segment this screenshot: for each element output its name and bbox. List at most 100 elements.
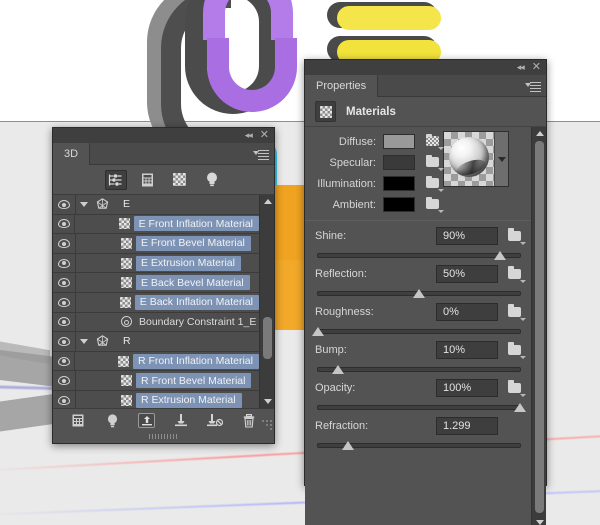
- properties-body: Diffuse: Specular: Illumination: Ambient: S…: [305, 127, 546, 525]
- lights-filter-icon[interactable]: [201, 170, 223, 190]
- slider-knob[interactable]: [312, 326, 324, 336]
- panel-resize-handle[interactable]: [148, 434, 179, 439]
- material-color-label: Specular:: [329, 156, 376, 169]
- visibility-toggle[interactable]: [53, 351, 76, 371]
- visibility-toggle[interactable]: [53, 195, 76, 214]
- visibility-toggle[interactable]: [53, 253, 76, 273]
- scroll-up-arrow[interactable]: [264, 199, 272, 204]
- slider-value-input[interactable]: 0%: [436, 303, 498, 321]
- color-swatch[interactable]: [383, 197, 415, 212]
- color-swatch[interactable]: [383, 176, 415, 191]
- texture-menu-icon[interactable]: [508, 266, 526, 283]
- scroll-down-arrow[interactable]: [536, 520, 544, 525]
- slider-knob[interactable]: [332, 364, 345, 374]
- slider-value-input[interactable]: 50%: [436, 265, 498, 283]
- slider-knob[interactable]: [342, 440, 355, 450]
- close-icon[interactable]: ✕: [532, 62, 541, 73]
- slider-knob[interactable]: [413, 288, 425, 298]
- visibility-toggle[interactable]: [53, 390, 76, 408]
- scene-list-row[interactable]: E Front Bevel Material: [53, 234, 259, 254]
- mesh-filter-icon[interactable]: [137, 170, 159, 190]
- delete-icon[interactable]: [241, 413, 257, 429]
- material-slider-block: Bump: 10%: [305, 339, 531, 377]
- material-preview[interactable]: [443, 131, 509, 187]
- slider-knob[interactable]: [514, 402, 526, 412]
- slider-label: Bump:: [315, 344, 347, 356]
- panel-3d-scene-list[interactable]: EE Front Inflation Material E Front Bevel…: [53, 195, 274, 408]
- scene-list-row[interactable]: R Extrusion Material: [53, 390, 259, 408]
- slider-track[interactable]: [317, 250, 521, 260]
- scene-list-row[interactable]: R Front Bevel Material: [53, 371, 259, 391]
- render-icon[interactable]: [138, 413, 155, 428]
- scene-list-row-label: E Front Bevel Material: [136, 235, 251, 251]
- texture-menu-icon[interactable]: [426, 154, 444, 171]
- texture-menu-icon[interactable]: [508, 228, 526, 245]
- scene-list-row[interactable]: E: [53, 195, 259, 215]
- slider-value-input[interactable]: 100%: [436, 379, 498, 397]
- close-icon[interactable]: ✕: [260, 130, 269, 141]
- mesh-icon: [94, 335, 111, 348]
- constraint-ring-icon: [118, 316, 135, 328]
- chevron-down-icon[interactable]: [80, 338, 88, 344]
- scene-list-row[interactable]: E Extrusion Material: [53, 253, 259, 274]
- visibility-toggle[interactable]: [53, 332, 76, 351]
- chevron-down-icon[interactable]: [80, 201, 88, 207]
- scroll-up-arrow[interactable]: [536, 131, 544, 136]
- scrollbar-thumb[interactable]: [535, 141, 544, 513]
- scene-list-row[interactable]: E Front Inflation Material: [53, 214, 259, 235]
- color-swatch[interactable]: [383, 134, 415, 149]
- tab-3d[interactable]: 3D: [53, 143, 91, 165]
- texture-menu-icon[interactable]: [508, 342, 526, 359]
- visibility-toggle[interactable]: [53, 292, 76, 312]
- slider-value-input[interactable]: 1.299: [436, 417, 498, 435]
- scene-list-row[interactable]: Boundary Constraint 1_E: [53, 312, 259, 333]
- scene-list-scrollbar[interactable]: [259, 195, 274, 408]
- visibility-toggle[interactable]: [53, 214, 76, 234]
- visibility-toggle[interactable]: [53, 234, 76, 253]
- visibility-toggle[interactable]: [53, 273, 76, 292]
- collapse-icon[interactable]: ◂◂: [245, 131, 253, 140]
- scene-list-row[interactable]: E Back Bevel Material: [53, 273, 259, 293]
- panel-3d-tabrow: 3D: [53, 143, 274, 165]
- material-checker-icon: [118, 375, 135, 387]
- texture-menu-icon[interactable]: [508, 380, 526, 397]
- slider-knob[interactable]: [493, 250, 506, 260]
- panel-properties-titlebar: ◂◂ ✕: [305, 60, 546, 75]
- properties-scrollbar[interactable]: [531, 127, 546, 525]
- slider-track[interactable]: [312, 326, 521, 336]
- scene-list-row[interactable]: R: [53, 332, 259, 352]
- visibility-toggle[interactable]: [53, 371, 76, 390]
- scrollbar-thumb[interactable]: [263, 317, 272, 359]
- remove-constraint-icon[interactable]: [207, 413, 223, 429]
- slider-track[interactable]: [317, 402, 526, 412]
- add-light-icon[interactable]: [104, 413, 120, 429]
- slider-track[interactable]: [317, 288, 521, 298]
- slider-value-input[interactable]: 10%: [436, 341, 498, 359]
- panel-menu-icon[interactable]: [525, 80, 541, 92]
- materials-filter-icon[interactable]: [169, 170, 191, 190]
- scene-list-row-label: R: [123, 335, 131, 348]
- collapse-icon[interactable]: ◂◂: [517, 63, 525, 72]
- material-preset-dropdown[interactable]: [494, 132, 508, 186]
- slider-value-input[interactable]: 90%: [436, 227, 498, 245]
- scene-list-rows: EE Front Inflation Material E Front Bevel…: [53, 195, 260, 408]
- texture-menu-icon[interactable]: [508, 304, 526, 321]
- scroll-down-arrow[interactable]: [264, 399, 272, 404]
- scene-list-row[interactable]: E Back Inflation Material: [53, 292, 260, 313]
- add-mesh-icon[interactable]: [70, 413, 86, 429]
- tab-properties[interactable]: Properties: [305, 75, 379, 97]
- texture-menu-icon[interactable]: [426, 196, 444, 213]
- scene-filter-icon[interactable]: [104, 169, 127, 190]
- panel-menu-icon[interactable]: [253, 148, 269, 160]
- add-constraint-icon[interactable]: [173, 413, 189, 429]
- resize-grip[interactable]: [262, 420, 272, 430]
- slider-track[interactable]: [317, 440, 521, 450]
- scene-list-row[interactable]: R Front Inflation Material: [53, 351, 259, 372]
- color-swatch[interactable]: [383, 155, 415, 170]
- texture-menu-icon[interactable]: [426, 175, 444, 192]
- slider-track[interactable]: [317, 364, 521, 374]
- slider-label: Roughness:: [315, 306, 374, 318]
- texture-menu-icon[interactable]: [426, 133, 444, 150]
- material-preview-sphere: [449, 137, 489, 177]
- visibility-toggle[interactable]: [53, 312, 76, 332]
